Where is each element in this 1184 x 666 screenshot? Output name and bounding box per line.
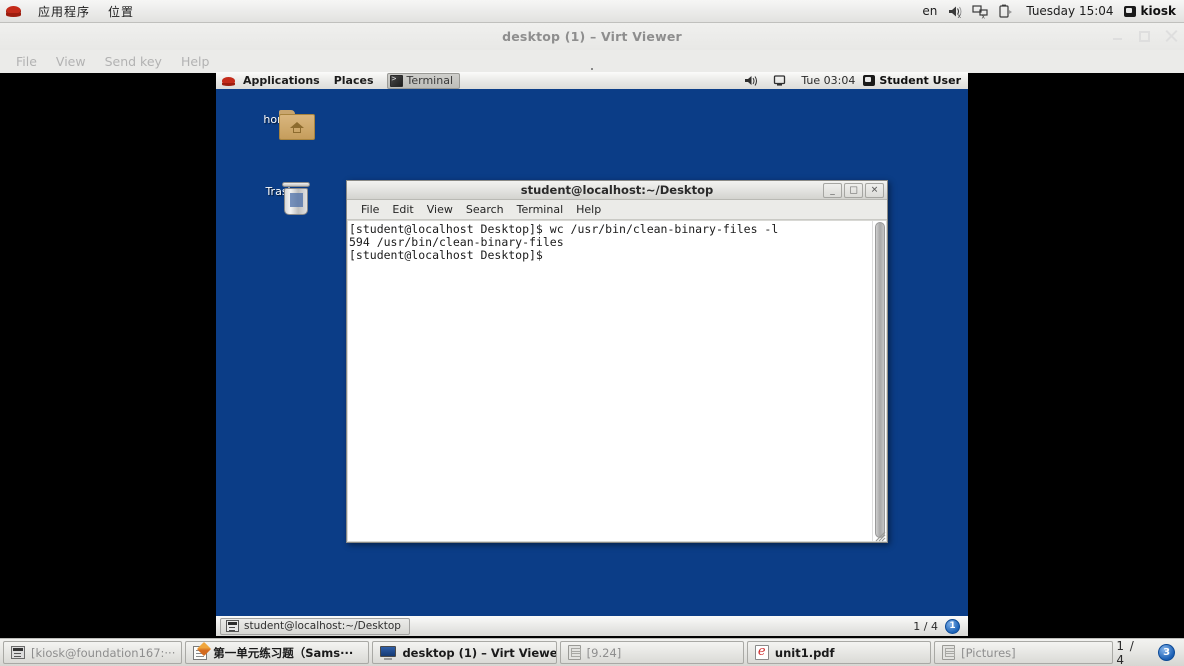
- volume-icon[interactable]: [744, 73, 761, 88]
- host-clock[interactable]: Tuesday 15:04: [1018, 4, 1121, 18]
- close-glyph: ✕: [870, 185, 879, 195]
- screen: 应用程序 位置 en x x Tuesday 15:04 kiosk deskt…: [0, 0, 1184, 666]
- vm-taskbar: student@localhost:~/Desktop 1 / 4 1: [216, 614, 968, 636]
- close-icon[interactable]: [1165, 29, 1178, 43]
- desktop-icon-trash[interactable]: Trash: [245, 182, 315, 215]
- terminal-menu-file[interactable]: File: [355, 202, 385, 217]
- vm-places-menu[interactable]: Places: [327, 74, 381, 87]
- user-badge-icon: [1123, 5, 1136, 17]
- host-workspace-badge[interactable]: 3: [1158, 644, 1176, 661]
- taskbar-item-virt-viewer[interactable]: desktop (1) – Virt Viewer: [372, 641, 557, 664]
- battery-icon[interactable]: [997, 4, 1014, 19]
- taskbar-item-label: [Pictures]: [961, 645, 1016, 660]
- taskbar-item-label: desktop (1) – Virt Viewer: [402, 645, 557, 660]
- terminal-menu-edit[interactable]: Edit: [386, 202, 419, 217]
- maximize-icon[interactable]: □: [844, 183, 863, 198]
- terminal-menu-help[interactable]: Help: [570, 202, 607, 217]
- terminal-body[interactable]: [student@localhost Desktop]$ wc /usr/bin…: [348, 221, 886, 541]
- terminal-menubar: File Edit View Search Terminal Help: [347, 200, 887, 220]
- taskbar-item-pictures[interactable]: [Pictures]: [934, 641, 1114, 664]
- places-menu-cn[interactable]: 位置: [99, 1, 143, 22]
- menu-view[interactable]: View: [48, 52, 94, 71]
- vm-workspace-pager[interactable]: 1 / 4: [913, 620, 938, 633]
- taskbar-item-kiosk-terminal[interactable]: [kiosk@foundation167:···: [3, 641, 183, 664]
- host-taskbar: [kiosk@foundation167:··· 第一单元练习题（Sams···…: [0, 638, 1184, 666]
- terminal-menu-terminal[interactable]: Terminal: [511, 202, 570, 217]
- terminal-window-buttons: _ □ ✕: [823, 183, 884, 198]
- vm-user-menu[interactable]: Student User: [863, 74, 961, 87]
- terminal-window[interactable]: student@localhost:~/Desktop _ □ ✕ File E…: [346, 180, 888, 543]
- screen-artifact-dot: [591, 68, 593, 70]
- taskbar-item-unit1-doc[interactable]: 第一单元练习题（Sams···: [185, 641, 370, 664]
- menu-send-key[interactable]: Send key: [97, 52, 170, 71]
- vm-workspace-badge[interactable]: 1: [945, 618, 960, 634]
- svg-text:x: x: [982, 13, 986, 19]
- taskbar-item-label: [kiosk@foundation167:···: [31, 645, 176, 660]
- monitor-icon: [380, 645, 397, 660]
- minimize-glyph: _: [830, 185, 835, 195]
- terminal-menu-search[interactable]: Search: [460, 202, 510, 217]
- maximize-icon[interactable]: [1138, 30, 1151, 43]
- virt-viewer-titlebar: desktop (1) – Virt Viewer: [0, 23, 1184, 50]
- terminal-output-text: [student@localhost Desktop]$ wc /usr/bin…: [349, 222, 779, 262]
- vm-window-task-label: Terminal: [406, 74, 454, 87]
- vm-user-label: Student User: [879, 74, 961, 87]
- minimize-icon[interactable]: _: [823, 183, 842, 198]
- taskbar-item-label: unit1.pdf: [774, 645, 835, 660]
- host-user-label: kiosk: [1140, 4, 1176, 18]
- pdf-icon: [754, 644, 769, 660]
- menu-help[interactable]: Help: [173, 52, 218, 71]
- terminal-title: student@localhost:~/Desktop: [520, 183, 714, 197]
- vm-display[interactable]: Applications Places Terminal: [216, 72, 968, 636]
- redhat-logo-icon[interactable]: [222, 75, 235, 87]
- virt-viewer-title: desktop (1) – Virt Viewer: [502, 29, 682, 44]
- redhat-logo-icon[interactable]: [6, 4, 21, 18]
- vm-taskbar-item-label: student@localhost:~/Desktop: [244, 620, 401, 632]
- svg-text:x: x: [958, 13, 962, 19]
- network-disconnected-icon[interactable]: x: [972, 4, 989, 20]
- archive-icon: [942, 645, 956, 660]
- terminal-resize-grip[interactable]: [872, 527, 886, 542]
- volume-muted-icon[interactable]: x: [947, 4, 964, 20]
- vm-clock[interactable]: Tue 03:04: [796, 74, 860, 87]
- document-edit-icon: [193, 642, 212, 660]
- host-top-panel: 应用程序 位置 en x x Tuesday 15:04 kiosk: [0, 0, 1184, 23]
- vm-taskbar-item-terminal[interactable]: student@localhost:~/Desktop: [220, 617, 410, 635]
- display-icon[interactable]: [772, 73, 789, 88]
- vm-window-task-terminal[interactable]: Terminal: [386, 72, 461, 89]
- close-icon[interactable]: ✕: [865, 183, 884, 198]
- vm-applications-menu[interactable]: Applications: [236, 74, 327, 87]
- taskbar-item-label: [9.24]: [586, 645, 622, 660]
- desktop-icon-home[interactable]: home: [244, 110, 315, 140]
- host-workspace-pager[interactable]: 1 / 4: [1116, 639, 1148, 666]
- menu-file[interactable]: File: [8, 52, 45, 71]
- taskbar-item-unit1-pdf[interactable]: unit1.pdf: [746, 641, 932, 664]
- terminal-scrollbar-thumb[interactable]: [875, 222, 885, 538]
- terminal-icon: [226, 620, 239, 632]
- minimize-icon[interactable]: [1111, 30, 1124, 43]
- host-user-menu[interactable]: kiosk: [1122, 4, 1176, 18]
- archive-icon: [567, 645, 581, 660]
- user-badge-icon: [863, 75, 876, 86]
- terminal-menu-view[interactable]: View: [421, 202, 459, 217]
- applications-menu-cn[interactable]: 应用程序: [29, 1, 99, 22]
- taskbar-item-folder-924[interactable]: [9.24]: [559, 641, 744, 664]
- maximize-glyph: □: [849, 185, 858, 195]
- virt-viewer-window-buttons: [1111, 23, 1178, 50]
- taskbar-item-label: 第一单元练习题（Sams···: [213, 645, 354, 660]
- terminal-icon: [11, 646, 25, 659]
- terminal-scrollbar[interactable]: [872, 221, 886, 541]
- language-indicator[interactable]: en: [916, 4, 943, 18]
- vm-top-panel: Applications Places Terminal: [216, 72, 968, 91]
- terminal-titlebar[interactable]: student@localhost:~/Desktop _ □ ✕: [347, 181, 887, 200]
- terminal-icon: [389, 74, 403, 87]
